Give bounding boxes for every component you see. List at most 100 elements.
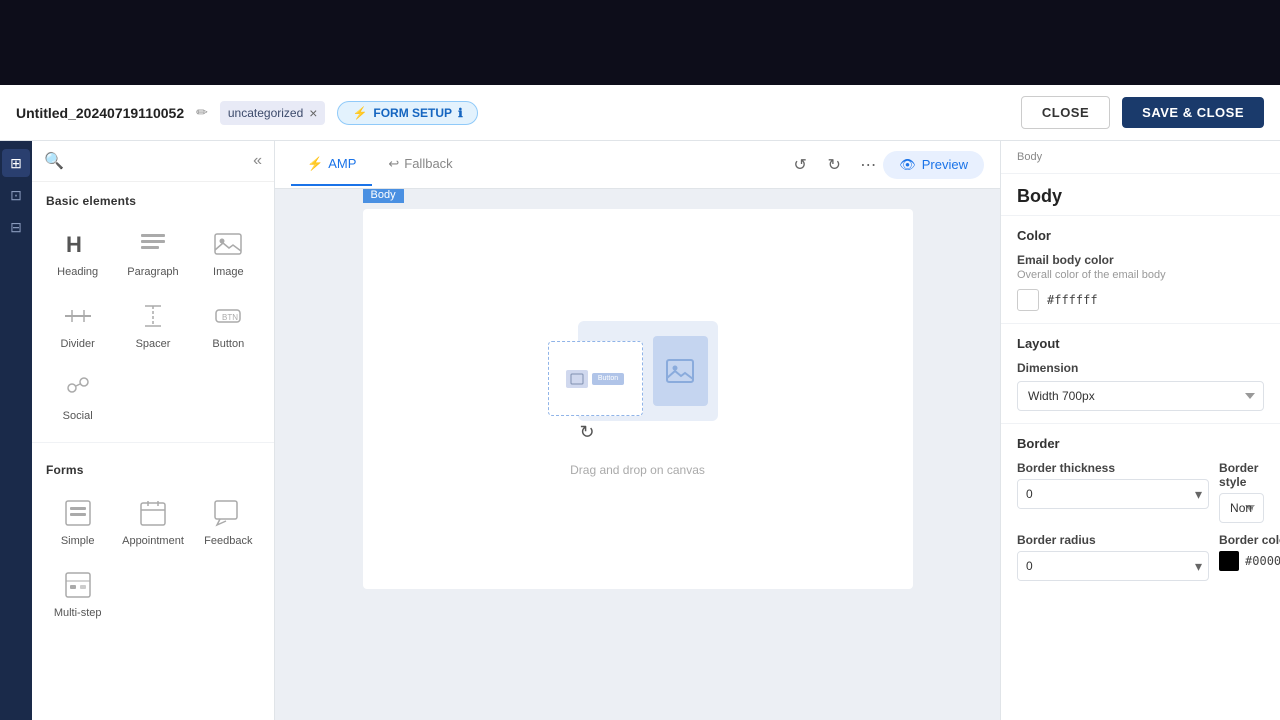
border-style-label: Border style xyxy=(1219,461,1264,489)
preview-button[interactable]: 👁 Preview xyxy=(883,151,984,179)
border-thickness-col: Border thickness ▾ xyxy=(1017,461,1209,523)
element-image[interactable]: Image xyxy=(193,218,264,286)
border-color-label: Border color xyxy=(1219,533,1280,547)
body-tag-label: Body xyxy=(363,189,404,203)
multistep-label: Multi-step xyxy=(54,607,102,619)
color-value: #ffffff xyxy=(1047,293,1098,307)
border-radius-input[interactable]: ▾ xyxy=(1017,551,1209,581)
simple-form-icon xyxy=(60,495,96,531)
divider-icon xyxy=(60,298,96,334)
more-button[interactable]: ⋯ xyxy=(853,150,883,180)
fallback-tab-icon: ↩ xyxy=(388,156,399,172)
form-setup-badge[interactable]: ⚡ FORM SETUP ℹ xyxy=(337,101,477,125)
element-divider[interactable]: Divider xyxy=(42,290,113,358)
canvas-area: ⚡ AMP ↩ Fallback ↺ ↻ ⋯ 👁 xyxy=(275,141,1000,720)
basic-elements-title: Basic elements xyxy=(32,182,274,214)
amp-icon: ⚡ xyxy=(352,106,367,120)
props-layout-section: Layout Dimension Width 700px xyxy=(1001,323,1280,423)
color-row: #ffffff xyxy=(1017,289,1264,311)
border-radius-label: Border radius xyxy=(1017,533,1209,547)
element-social[interactable]: Social xyxy=(42,362,113,430)
thickness-arrow[interactable]: ▾ xyxy=(1189,486,1208,503)
canvas-actions: ↺ ↻ ⋯ xyxy=(785,150,883,180)
props-color-section: Color Email body color Overall color of … xyxy=(1001,215,1280,323)
simple-label: Simple xyxy=(61,535,95,547)
radius-arrow[interactable]: ▾ xyxy=(1189,558,1208,575)
divider-label: Divider xyxy=(61,338,95,350)
element-appointment[interactable]: Appointment xyxy=(117,487,188,555)
sidebar-item-settings[interactable]: ⊟ xyxy=(2,213,30,241)
icon-sidebar: ⊞ ⊡ ⊟ xyxy=(0,141,32,720)
canvas-content-area[interactable]: Button ↻ Drag and drop on canvas xyxy=(363,209,913,589)
border-color-swatch[interactable] xyxy=(1219,551,1239,571)
radius-value-input[interactable] xyxy=(1018,552,1189,580)
sidebar-item-elements[interactable]: ⊡ xyxy=(2,181,30,209)
fallback-tab-label: Fallback xyxy=(404,156,452,171)
form-setup-label: FORM SETUP xyxy=(373,106,452,120)
spacer-label: Spacer xyxy=(136,338,171,350)
page-title: Untitled_20240719110052 xyxy=(16,105,184,121)
button-label: Button xyxy=(212,338,244,350)
element-paragraph[interactable]: Paragraph xyxy=(117,218,188,286)
multistep-icon xyxy=(60,567,96,603)
social-icon xyxy=(60,370,96,406)
canvas-body: Body xyxy=(275,189,1000,720)
header: Untitled_20240719110052 ✏ uncategorized … xyxy=(0,85,1280,141)
element-heading[interactable]: H Heading xyxy=(42,218,113,286)
basic-elements-grid: H Heading Paragraph xyxy=(32,214,274,434)
border-style-select[interactable]: None Solid Dashed xyxy=(1219,493,1264,523)
feedback-icon xyxy=(210,495,246,531)
element-feedback[interactable]: Feedback xyxy=(193,487,264,555)
image-icon xyxy=(210,226,246,262)
element-multistep[interactable]: Multi-step xyxy=(42,559,113,627)
illus-btn-row: Button xyxy=(566,370,624,388)
tab-fallback[interactable]: ↩ Fallback xyxy=(372,144,468,186)
dimension-select[interactable]: Width 700px xyxy=(1017,381,1264,411)
dimension-label: Dimension xyxy=(1017,361,1264,375)
border-top-row: Border thickness ▾ Border style xyxy=(1017,461,1264,523)
tag-close-icon[interactable]: × xyxy=(309,105,317,121)
forms-grid: Simple Appointment Feedback xyxy=(32,483,274,631)
props-border-section: Border Border thickness ▾ xyxy=(1001,423,1280,593)
section-divider xyxy=(32,442,274,443)
amp-tab-label: AMP xyxy=(328,156,356,171)
info-icon: ℹ xyxy=(458,106,463,120)
color-swatch[interactable] xyxy=(1017,289,1039,311)
border-thickness-label: Border thickness xyxy=(1017,461,1209,475)
border-bottom-row: Border radius ▾ Border color xyxy=(1017,533,1264,581)
border-style-col: Border style None Solid Dashed xyxy=(1219,461,1264,523)
color-section-title: Color xyxy=(1017,228,1264,243)
illustration-image-placeholder xyxy=(653,336,708,406)
appointment-icon xyxy=(135,495,171,531)
sidebar-item-layers[interactable]: ⊞ xyxy=(2,149,30,177)
svg-text:BTN: BTN xyxy=(222,313,238,322)
collapse-icon[interactable]: « xyxy=(253,152,262,170)
elements-panel-header: 🔍 « xyxy=(32,141,274,182)
elements-panel: 🔍 « Basic elements H Heading xyxy=(32,141,275,720)
drag-drop-text: Drag and drop on canvas xyxy=(570,463,705,477)
border-color-col: Border color #000000 xyxy=(1219,533,1280,581)
element-spacer[interactable]: Spacer xyxy=(117,290,188,358)
properties-panel: Body Body Color Email body color Overall… xyxy=(1000,141,1280,720)
thickness-value-input[interactable] xyxy=(1018,480,1189,508)
element-button[interactable]: BTN Button xyxy=(193,290,264,358)
email-body-color-label: Email body color xyxy=(1017,253,1264,267)
redo-button[interactable]: ↻ xyxy=(819,150,849,180)
paragraph-icon xyxy=(135,226,171,262)
props-breadcrumb: Body xyxy=(1001,141,1280,174)
close-button[interactable]: CLOSE xyxy=(1021,96,1110,129)
save-close-button[interactable]: SAVE & CLOSE xyxy=(1122,97,1264,128)
search-icon[interactable]: 🔍 xyxy=(44,151,64,171)
tab-amp[interactable]: ⚡ AMP xyxy=(291,144,372,186)
top-black-bar xyxy=(0,0,1280,85)
preview-label: Preview xyxy=(922,157,968,172)
forms-title: Forms xyxy=(32,451,274,483)
element-simple[interactable]: Simple xyxy=(42,487,113,555)
email-canvas: Body xyxy=(363,209,913,589)
appointment-label: Appointment xyxy=(122,535,184,547)
border-radius-col: Border radius ▾ xyxy=(1017,533,1209,581)
edit-icon[interactable]: ✏ xyxy=(196,104,208,121)
border-thickness-input[interactable]: ▾ xyxy=(1017,479,1209,509)
image-label: Image xyxy=(213,266,244,278)
undo-button[interactable]: ↺ xyxy=(785,150,815,180)
